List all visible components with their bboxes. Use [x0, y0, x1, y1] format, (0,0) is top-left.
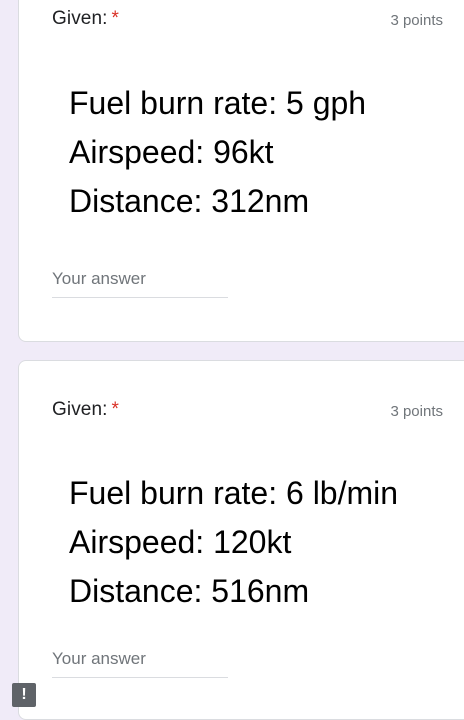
answer-underline [52, 677, 228, 678]
question-title-text: Given: [52, 399, 108, 420]
answer-input[interactable]: Your answer [52, 269, 228, 298]
question-image-line: Fuel burn rate: 5 gph [69, 85, 367, 121]
question-title-text: Given: [52, 8, 108, 29]
question-title: Given: * [52, 8, 119, 30]
report-issue-icon[interactable]: ! [12, 683, 36, 707]
question-points: 3 points [390, 12, 443, 29]
answer-underline [52, 297, 228, 298]
question-image-line: Distance: 516nm [69, 573, 310, 609]
question-image: Fuel burn rate: 5 gph Airspeed: 96kt Dis… [69, 79, 366, 226]
question-image: Fuel burn rate: 6 lb/min Airspeed: 120kt… [69, 469, 398, 616]
question-points: 3 points [390, 403, 443, 420]
question-card: Given: * 3 points Fuel burn rate: 6 lb/mi… [18, 360, 464, 720]
answer-input[interactable]: Your answer [52, 649, 228, 678]
answer-placeholder: Your answer [52, 649, 146, 668]
required-asterisk: * [111, 399, 120, 420]
required-asterisk: * [111, 8, 120, 29]
answer-placeholder: Your answer [52, 269, 146, 288]
question-title: Given: * [52, 399, 119, 421]
question-image-line: Distance: 312nm [69, 183, 310, 219]
question-image-line: Airspeed: 120kt [69, 524, 292, 560]
question-image-line: Airspeed: 96kt [69, 134, 274, 170]
question-card: Given: * 3 points Fuel burn rate: 5 gph A… [18, 0, 464, 342]
question-image-line: Fuel burn rate: 6 lb/min [69, 475, 399, 511]
